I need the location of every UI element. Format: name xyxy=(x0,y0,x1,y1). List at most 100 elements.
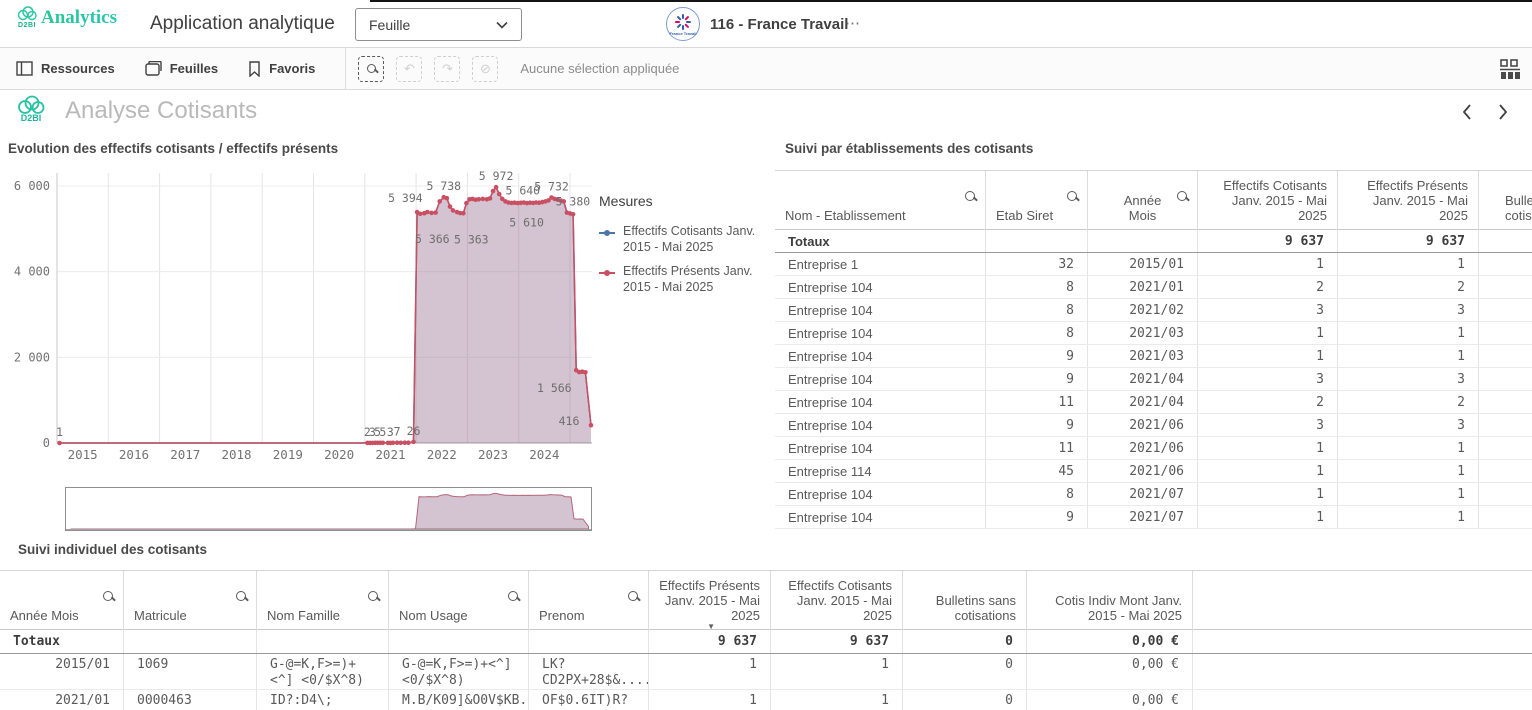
cell[interactable]: 2 xyxy=(1337,276,1478,298)
cell[interactable]: 1 xyxy=(1337,322,1478,344)
cell[interactable]: 3 xyxy=(1337,368,1478,390)
cell[interactable]: Entreprise 104 xyxy=(775,506,985,528)
resources-button[interactable]: Ressources xyxy=(16,61,115,76)
cell[interactable]: 9 xyxy=(985,345,1087,367)
cell[interactable]: 1 xyxy=(1197,506,1337,528)
cell[interactable]: 2021/06 xyxy=(1087,414,1197,436)
cell[interactable]: Entreprise 1 xyxy=(775,253,985,275)
cell[interactable]: 3 xyxy=(1337,299,1478,321)
cell[interactable]: 1 xyxy=(648,654,770,689)
search-icon[interactable] xyxy=(368,591,378,601)
cell[interactable]: Entreprise 104 xyxy=(775,437,985,459)
cell[interactable]: 45 xyxy=(985,460,1087,482)
cell[interactable]: 1 xyxy=(1337,483,1478,505)
search-icon[interactable] xyxy=(965,191,975,201)
cell[interactable]: 2021/07 xyxy=(1087,483,1197,505)
cell[interactable]: 1069 xyxy=(123,654,256,689)
cell[interactable]: 2 xyxy=(1197,391,1337,413)
cell[interactable]: 9 xyxy=(985,368,1087,390)
cell[interactable]: 2015/01 xyxy=(0,654,123,689)
cell[interactable]: G-@=K,F>=)+<^] <0/$X^8) xyxy=(256,654,388,689)
cell[interactable]: Entreprise 104 xyxy=(775,276,985,298)
previous-sheet-button[interactable] xyxy=(1456,100,1480,124)
cell[interactable]: 3 xyxy=(1197,414,1337,436)
cell[interactable]: Entreprise 104 xyxy=(775,345,985,367)
bookmarks-button[interactable]: Favoris xyxy=(248,61,315,77)
column-header[interactable]: Prenom xyxy=(528,571,648,631)
cell[interactable]: LK? CD2PX+28$&.... xyxy=(528,654,648,689)
clear-selections-button[interactable]: ⊘ xyxy=(472,56,498,82)
cell[interactable]: 2021/03 xyxy=(1087,322,1197,344)
cell[interactable]: 2015/01 xyxy=(1087,253,1197,275)
cell[interactable]: 2021/04 xyxy=(1087,391,1197,413)
cell[interactable]: 3 xyxy=(1337,414,1478,436)
undo-selection-button[interactable]: ↶ xyxy=(396,56,422,82)
cell[interactable]: M.B/K09]&O0V$KB... xyxy=(388,690,528,710)
column-header[interactable]: Effectifs Cotisants Janv. 2015 - Mai 202… xyxy=(1197,171,1337,231)
cell[interactable]: 0000463 xyxy=(123,690,256,710)
next-sheet-button[interactable] xyxy=(1490,100,1514,124)
cell[interactable]: 8 xyxy=(985,483,1087,505)
cell[interactable]: Entreprise 104 xyxy=(775,483,985,505)
more-menu-button[interactable]: ⋯ xyxy=(845,14,862,32)
cell[interactable]: Entreprise 104 xyxy=(775,414,985,436)
cell[interactable]: 8 xyxy=(985,322,1087,344)
search-icon[interactable] xyxy=(236,591,246,601)
search-icon[interactable] xyxy=(1067,191,1077,201)
cell[interactable]: 2021/01 xyxy=(0,690,123,710)
cell[interactable]: 1 xyxy=(1197,483,1337,505)
column-header[interactable]: Matricule xyxy=(123,571,256,631)
sheet-selector-dropdown[interactable]: Feuille xyxy=(355,8,522,41)
cell[interactable]: ID?:D4\; "3=|*<0:5? xyxy=(256,690,388,710)
cell[interactable]: 2021/03 xyxy=(1087,345,1197,367)
chart-range-navigator[interactable] xyxy=(65,487,592,531)
column-header[interactable]: Nom - Etablissement xyxy=(775,171,985,231)
cell[interactable]: 1 xyxy=(1197,253,1337,275)
sheets-button[interactable]: Feuilles xyxy=(145,61,218,76)
redo-selection-button[interactable]: ↷ xyxy=(434,56,460,82)
cell[interactable]: 9 xyxy=(985,506,1087,528)
cell[interactable]: 2021/06 xyxy=(1087,460,1197,482)
sheet-grid-icon[interactable] xyxy=(1498,57,1522,81)
column-header[interactable]: Année Mois xyxy=(1087,171,1197,231)
search-icon[interactable] xyxy=(1177,191,1187,201)
cell[interactable]: 1 xyxy=(648,690,770,710)
cell[interactable]: 3 xyxy=(1197,299,1337,321)
cell[interactable]: 1 xyxy=(1197,437,1337,459)
column-header[interactable]: Bulletins sans cotisations xyxy=(1478,171,1532,231)
search-icon[interactable] xyxy=(103,591,113,601)
legend-item-0[interactable]: Effectifs Cotisants Janv. 2015 - Mai 202… xyxy=(599,223,769,256)
cell[interactable]: 2021/07 xyxy=(1087,506,1197,528)
cell[interactable]: 1 xyxy=(770,690,902,710)
column-header[interactable]: Nom Usage xyxy=(388,571,528,631)
cell[interactable]: OF$0.6IT)R? xyxy=(528,690,648,710)
cell[interactable]: 1 xyxy=(770,654,902,689)
search-icon[interactable] xyxy=(508,591,518,601)
cell[interactable]: 32 xyxy=(985,253,1087,275)
legend-item-1[interactable]: Effectifs Présents Janv. 2015 - Mai 2025 xyxy=(599,263,769,296)
cell[interactable]: 0 xyxy=(902,654,1026,689)
column-header[interactable]: Etab Siret xyxy=(985,171,1087,231)
cell[interactable]: 1 xyxy=(1337,345,1478,367)
cell[interactable]: Entreprise 104 xyxy=(775,368,985,390)
cell[interactable]: 8 xyxy=(985,276,1087,298)
cell[interactable]: 2 xyxy=(1197,276,1337,298)
cell[interactable]: Entreprise 104 xyxy=(775,322,985,344)
cell[interactable]: 1 xyxy=(1337,253,1478,275)
cell[interactable]: 0,00 € xyxy=(1026,690,1192,710)
org-selector[interactable]: France Travail 116 - France Travail xyxy=(666,7,848,41)
column-header[interactable]: Effectifs Cotisants Janv. 2015 - Mai 202… xyxy=(770,571,902,631)
column-header[interactable]: Année Mois xyxy=(0,571,123,631)
column-header[interactable]: Nom Famille xyxy=(256,571,388,631)
cell[interactable]: 3 xyxy=(1197,368,1337,390)
cell[interactable]: 1 xyxy=(1337,506,1478,528)
cell[interactable]: 2021/01 xyxy=(1087,276,1197,298)
cell[interactable]: Entreprise 104 xyxy=(775,299,985,321)
cell[interactable]: 9 xyxy=(985,414,1087,436)
cell[interactable]: 2 xyxy=(1337,391,1478,413)
column-header[interactable]: Effectifs Présents Janv. 2015 - Mai 2025… xyxy=(648,571,770,631)
cell[interactable]: 2021/02 xyxy=(1087,299,1197,321)
cell[interactable]: G-@=K,F>=)+<^] <0/$X^8) xyxy=(388,654,528,689)
cell[interactable]: 11 xyxy=(985,391,1087,413)
cell[interactable]: 2021/06 xyxy=(1087,437,1197,459)
